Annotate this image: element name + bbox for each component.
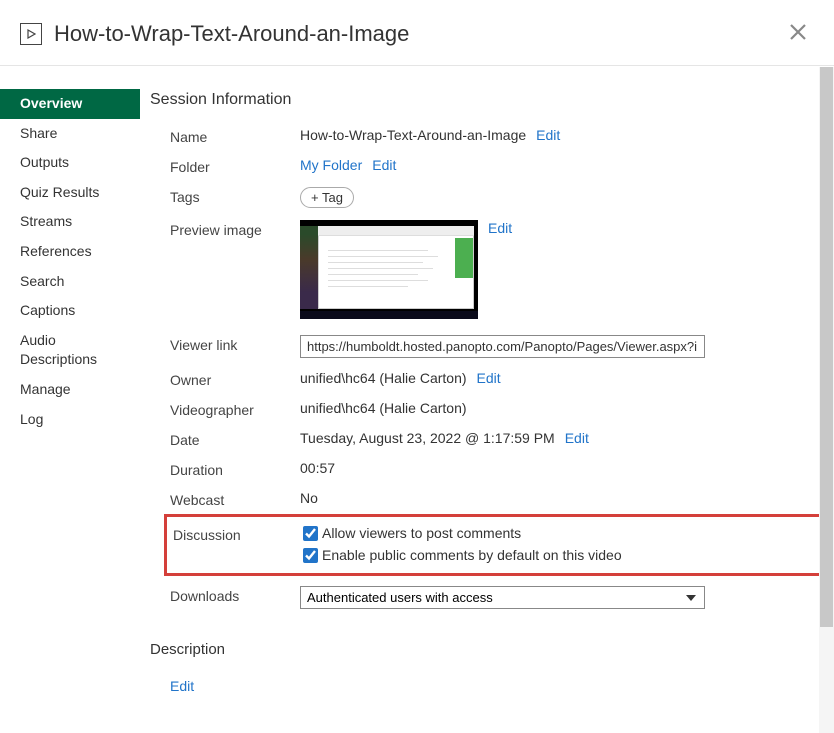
- sidebar-item-captions[interactable]: Captions: [0, 296, 140, 326]
- label-videographer: Videographer: [170, 400, 300, 418]
- value-owner: unified\hc64 (Halie Carton): [300, 370, 467, 386]
- value-videographer: unified\hc64 (Halie Carton): [300, 400, 467, 416]
- modal-header: How-to-Wrap-Text-Around-an-Image: [0, 0, 834, 66]
- sidebar-item-search[interactable]: Search: [0, 267, 140, 297]
- label-duration: Duration: [170, 460, 300, 478]
- section-title: Session Information: [150, 91, 824, 109]
- edit-description-link[interactable]: Edit: [170, 678, 194, 694]
- label-discussion: Discussion: [173, 525, 303, 543]
- label-name: Name: [170, 127, 300, 145]
- description-title: Description: [150, 641, 824, 658]
- sidebar-item-overview[interactable]: Overview: [0, 89, 140, 119]
- preview-thumbnail[interactable]: [300, 220, 478, 319]
- label-viewer-link: Viewer link: [170, 335, 300, 353]
- label-tags: Tags: [170, 187, 300, 205]
- label-owner: Owner: [170, 370, 300, 388]
- field-downloads: Downloads Authenticated users with acces…: [170, 586, 824, 609]
- description-section: Description Edit: [150, 641, 824, 694]
- value-name: How-to-Wrap-Text-Around-an-Image: [300, 127, 526, 143]
- sidebar-item-share[interactable]: Share: [0, 119, 140, 149]
- field-date: Date Tuesday, August 23, 2022 @ 1:17:59 …: [170, 430, 824, 448]
- field-videographer: Videographer unified\hc64 (Halie Carton): [170, 400, 824, 418]
- scrollbar-track[interactable]: [819, 67, 834, 733]
- allow-comments-checkbox[interactable]: [303, 526, 318, 541]
- add-tag-button[interactable]: + Tag: [300, 187, 354, 208]
- sidebar-item-references[interactable]: References: [0, 237, 140, 267]
- field-webcast: Webcast No: [170, 490, 824, 508]
- field-folder: Folder My Folder Edit: [170, 157, 824, 175]
- modal-body: Overview Share Outputs Quiz Results Stre…: [0, 67, 834, 733]
- edit-name-link[interactable]: Edit: [536, 127, 560, 143]
- edit-folder-link[interactable]: Edit: [372, 157, 396, 173]
- edit-date-link[interactable]: Edit: [565, 430, 589, 446]
- field-preview: Preview image: [170, 220, 824, 319]
- discussion-highlight: Discussion Allow viewers to post comment…: [164, 514, 824, 576]
- edit-owner-link[interactable]: Edit: [477, 370, 501, 386]
- label-downloads: Downloads: [170, 586, 300, 604]
- sidebar-item-quiz-results[interactable]: Quiz Results: [0, 178, 140, 208]
- label-date: Date: [170, 430, 300, 448]
- sidebar-item-outputs[interactable]: Outputs: [0, 148, 140, 178]
- field-owner: Owner unified\hc64 (Halie Carton) Edit: [170, 370, 824, 388]
- public-comments-label: Enable public comments by default on thi…: [322, 547, 622, 563]
- content-panel: Session Information Name How-to-Wrap-Tex…: [140, 67, 834, 733]
- sidebar-item-log[interactable]: Log: [0, 405, 140, 435]
- value-date: Tuesday, August 23, 2022 @ 1:17:59 PM: [300, 430, 555, 446]
- field-viewer-link: Viewer link: [170, 335, 824, 358]
- value-duration: 00:57: [300, 460, 335, 476]
- label-webcast: Webcast: [170, 490, 300, 508]
- sidebar-item-streams[interactable]: Streams: [0, 207, 140, 237]
- label-preview: Preview image: [170, 220, 300, 238]
- sidebar: Overview Share Outputs Quiz Results Stre…: [0, 67, 140, 733]
- allow-comments-label: Allow viewers to post comments: [322, 525, 521, 541]
- folder-link[interactable]: My Folder: [300, 157, 362, 173]
- close-button[interactable]: [782, 18, 814, 49]
- field-duration: Duration 00:57: [170, 460, 824, 478]
- downloads-select[interactable]: Authenticated users with access: [300, 586, 705, 609]
- modal-title: How-to-Wrap-Text-Around-an-Image: [54, 21, 782, 47]
- scrollbar-thumb[interactable]: [820, 67, 833, 627]
- public-comments-checkbox[interactable]: [303, 548, 318, 563]
- field-name: Name How-to-Wrap-Text-Around-an-Image Ed…: [170, 127, 824, 145]
- video-icon: [20, 23, 42, 45]
- label-folder: Folder: [170, 157, 300, 175]
- value-webcast: No: [300, 490, 318, 506]
- field-discussion: Discussion Allow viewers to post comment…: [173, 525, 815, 567]
- field-tags: Tags + Tag: [170, 187, 824, 208]
- edit-preview-link[interactable]: Edit: [488, 220, 512, 236]
- sidebar-item-audio-descriptions[interactable]: Audio Descriptions: [0, 326, 140, 375]
- sidebar-item-manage[interactable]: Manage: [0, 375, 140, 405]
- viewer-link-input[interactable]: [300, 335, 705, 358]
